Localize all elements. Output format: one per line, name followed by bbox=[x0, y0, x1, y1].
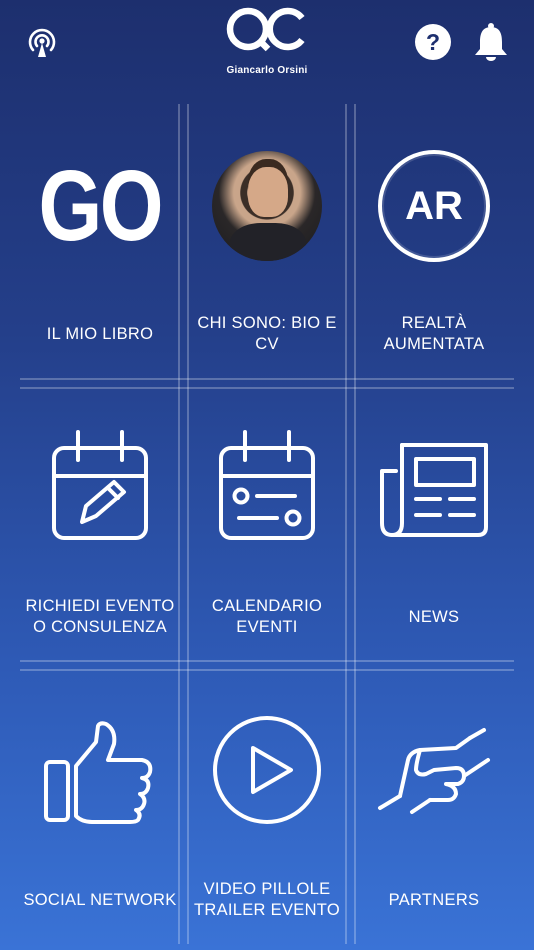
tile-label: RICHIEDI EVENTO O CONSULENZA bbox=[25, 597, 175, 636]
tile-label: CHI SONO: BIO E CV bbox=[197, 314, 337, 353]
tile-realta-aumentata[interactable]: AR REALTÀ AUMENTATA bbox=[350, 100, 518, 383]
tile-news[interactable]: NEWS bbox=[350, 383, 518, 666]
tile-label: CALENDARIO EVENTI bbox=[211, 597, 323, 636]
help-button[interactable]: ? bbox=[414, 23, 452, 61]
tile-label: SOCIAL NETWORK bbox=[23, 890, 177, 909]
notifications-button[interactable] bbox=[470, 20, 512, 64]
menu-grid: GO IL MIO LIBRO CHI SONO: BIO E CV AR RE… bbox=[0, 100, 534, 950]
tile-label: VIDEO PILLOLE TRAILER EVENTO bbox=[193, 880, 340, 919]
tile-il-mio-libro[interactable]: GO IL MIO LIBRO bbox=[16, 100, 184, 383]
tile-chi-sono[interactable]: CHI SONO: BIO E CV bbox=[183, 100, 351, 383]
tile-label: REALTÀ AUMENTATA bbox=[383, 314, 485, 353]
app-header: Giancarlo Orsini ? bbox=[0, 0, 534, 100]
calendar-edit-icon bbox=[52, 430, 148, 540]
brand-name: Giancarlo Orsini bbox=[226, 65, 308, 76]
newspaper-icon bbox=[380, 443, 488, 537]
thumbs-up-icon bbox=[44, 721, 153, 824]
broadcast-icon bbox=[28, 28, 56, 57]
tile-richiedi-evento[interactable]: RICHIEDI EVENTO O CONSULENZA bbox=[16, 383, 184, 666]
bell-icon bbox=[475, 23, 507, 61]
tile-social-network[interactable]: SOCIAL NETWORK bbox=[16, 666, 184, 949]
calendar-icon bbox=[219, 430, 315, 540]
tile-partners[interactable]: PARTNERS bbox=[350, 666, 518, 949]
tile-calendario-eventi[interactable]: CALENDARIO EVENTI bbox=[183, 383, 351, 666]
tile-video-pillole[interactable]: VIDEO PILLOLE TRAILER EVENTO bbox=[183, 666, 351, 949]
ar-icon: AR bbox=[378, 150, 490, 262]
brand-logo[interactable]: Giancarlo Orsini bbox=[217, 6, 317, 76]
tile-label: NEWS bbox=[408, 607, 460, 626]
ar-icon-text: AR bbox=[405, 183, 463, 228]
play-icon bbox=[213, 716, 321, 824]
go-text-icon: GO bbox=[38, 150, 164, 262]
avatar bbox=[212, 151, 322, 261]
help-icon: ? bbox=[415, 24, 451, 60]
tile-label: PARTNERS bbox=[388, 890, 480, 909]
tile-label: IL MIO LIBRO bbox=[46, 324, 154, 343]
broadcast-button[interactable] bbox=[22, 22, 62, 62]
go-logo-icon bbox=[226, 7, 305, 52]
handshake-icon bbox=[378, 728, 490, 814]
